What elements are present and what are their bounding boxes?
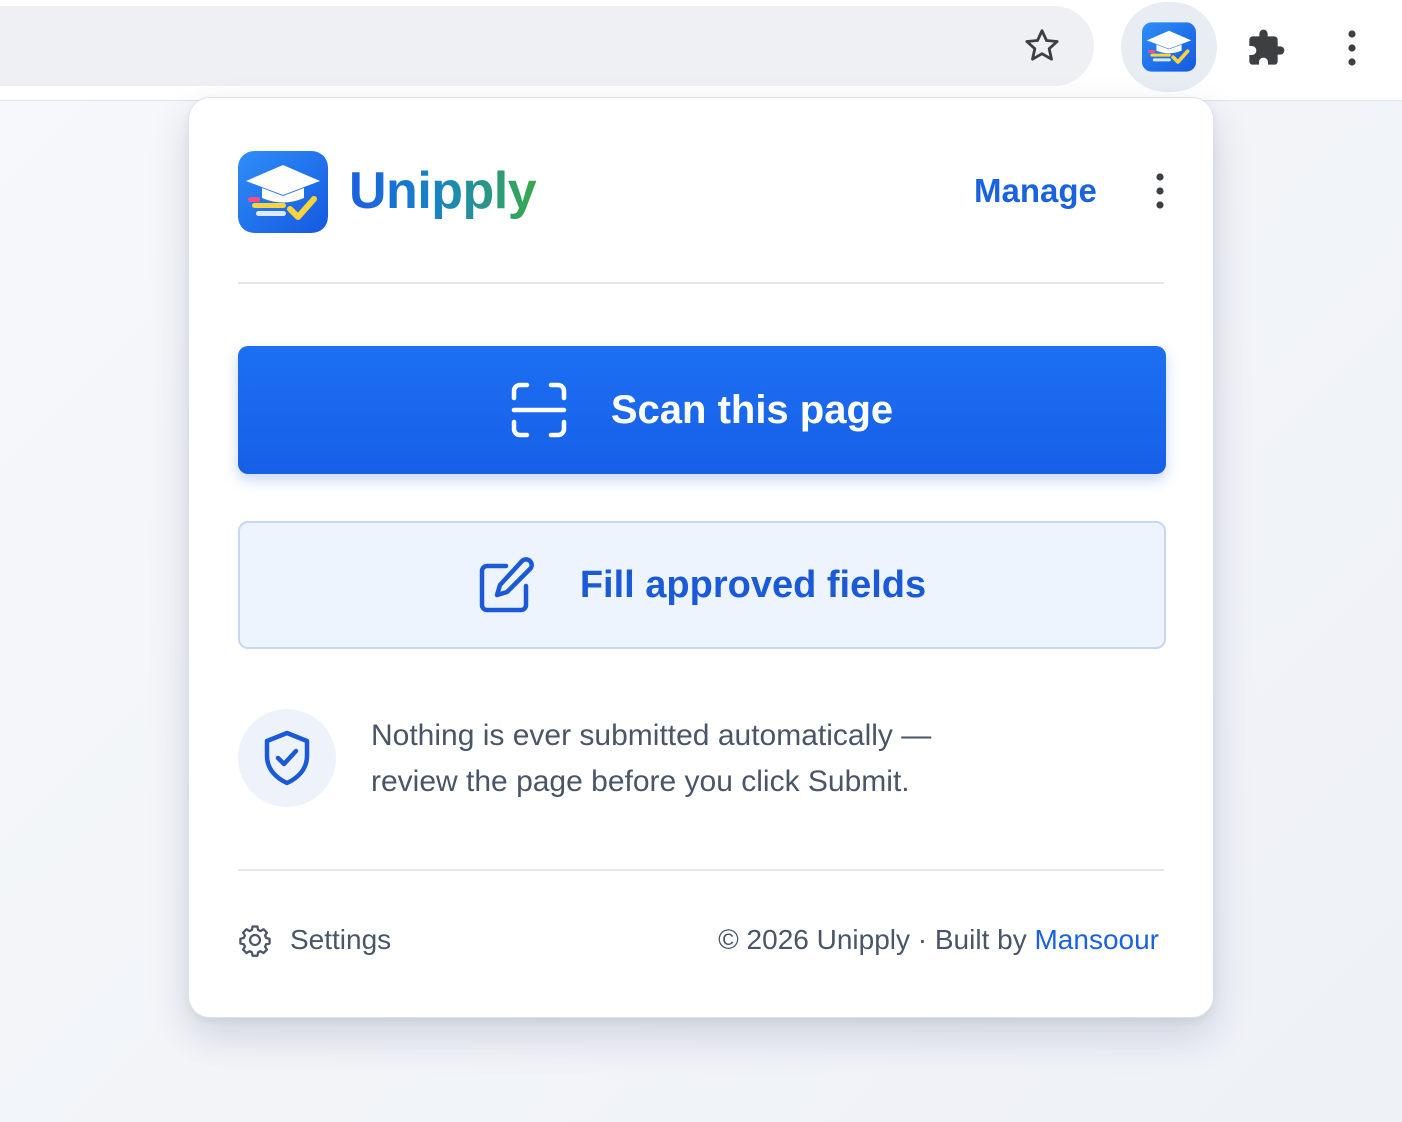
credits: © 2026 Unipply · Built by Mansoour — [718, 922, 1159, 958]
popup-menu-button[interactable] — [1142, 167, 1178, 215]
puzzle-icon — [1249, 29, 1285, 65]
notice-line-2: review the page before you click Submit. — [371, 765, 910, 798]
unipply-extension-icon — [1142, 22, 1196, 72]
popup-footer: Settings © 2026 Unipply · Built by Manso… — [238, 918, 1159, 962]
fill-approved-fields-button[interactable]: Fill approved fields — [238, 521, 1166, 649]
credits-text: © 2026 Unipply · Built by — [718, 924, 1035, 955]
settings-label: Settings — [290, 924, 392, 955]
more-vert-icon — [1156, 173, 1164, 209]
scan-page-label: Scan this page — [610, 387, 894, 432]
safety-notice-text: Nothing is ever submitted automatically … — [371, 713, 1111, 805]
shield-check-icon — [264, 730, 310, 786]
brand-name: Unipply — [349, 162, 537, 220]
unipply-logo — [238, 151, 328, 233]
notice-line-1: Nothing is ever submitted automatically … — [371, 719, 932, 752]
bookmark-star-button[interactable] — [1018, 22, 1066, 70]
extensions-button[interactable] — [1242, 24, 1290, 72]
author-link[interactable]: Mansoour — [1034, 924, 1159, 955]
extension-popup: Unipply Manage Scan this page Fill appro… — [188, 97, 1214, 1018]
graduation-cap-logo-icon — [238, 151, 328, 233]
address-bar[interactable] — [0, 6, 1094, 86]
unipply-extension-button[interactable] — [1121, 2, 1217, 92]
manage-link[interactable]: Manage — [974, 171, 1097, 211]
shield-badge — [238, 709, 336, 807]
more-vert-icon — [1348, 30, 1356, 66]
safety-notice: Nothing is ever submitted automatically … — [238, 709, 1138, 809]
scan-page-button[interactable]: Scan this page — [238, 346, 1166, 474]
settings-link[interactable]: Settings — [238, 918, 391, 962]
star-icon — [1025, 29, 1059, 61]
gear-icon — [239, 925, 271, 957]
scan-icon — [511, 382, 567, 438]
popup-header: Unipply Manage — [238, 151, 1164, 233]
fill-approved-fields-label: Fill approved fields — [579, 563, 927, 606]
header-divider — [238, 282, 1164, 284]
browser-toolbar — [0, 0, 1402, 101]
footer-divider — [238, 869, 1164, 871]
edit-icon — [479, 557, 534, 613]
browser-menu-button[interactable] — [1330, 24, 1374, 72]
